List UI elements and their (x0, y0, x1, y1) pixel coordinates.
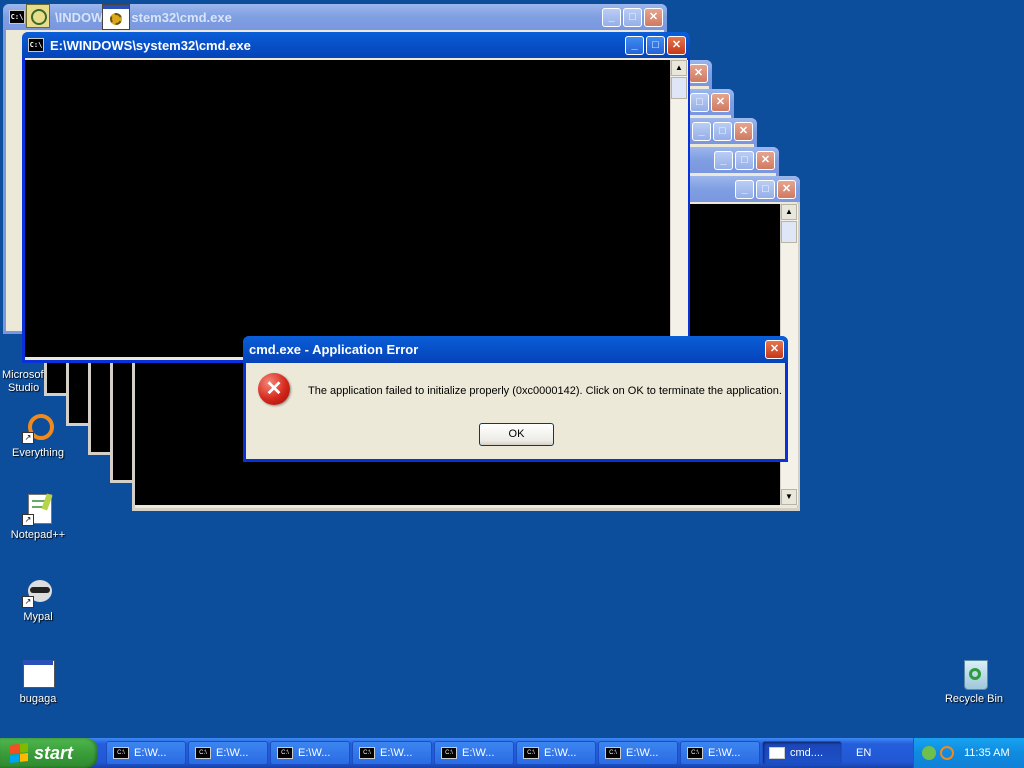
taskbar-button-label: cmd.... (790, 747, 824, 759)
settings-gear-icon[interactable] (102, 4, 130, 30)
desktop-icon-notepadpp[interactable]: ↗ Notepad++ (0, 493, 76, 542)
shortcut-arrow-icon: ↗ (22, 432, 34, 444)
desktop-icon-label: Everything (12, 447, 64, 459)
shortcut-arrow-icon: ↗ (22, 514, 34, 526)
desktop-icon-recycle-bin[interactable]: Recycle Bin (936, 658, 1012, 706)
clock[interactable]: 11:35 AM (964, 747, 1010, 759)
taskbar-button-label: E:\W... (462, 747, 495, 759)
application-error-dialog[interactable]: cmd.exe - Application Error ✕ ✕ The appl… (243, 336, 788, 462)
close-button[interactable]: ✕ (777, 179, 796, 199)
network-icon[interactable] (922, 746, 936, 760)
scroll-thumb[interactable] (781, 221, 797, 243)
maximize-button[interactable]: □ (646, 35, 665, 55)
search-icon[interactable] (940, 746, 954, 760)
taskbar-button-active[interactable]: cmd.... (762, 741, 842, 765)
desktop-icon-mypal[interactable]: ↗ Mypal (0, 576, 76, 624)
notepadpp-icon: ↗ (22, 493, 54, 526)
taskbar-button-label: E:\W... (216, 747, 249, 759)
cmd-icon: C:\ (605, 747, 621, 759)
taskbar-button-label: E:\W... (544, 747, 577, 759)
desktop-icon-label: Recycle Bin (944, 693, 1004, 705)
start-label: start (34, 742, 74, 763)
taskbar-button[interactable]: C:\ E:\W... (516, 741, 596, 765)
maximize-button[interactable]: □ (713, 121, 732, 141)
cmd-icon: C:\ (113, 747, 129, 759)
cmd-icon: C:\ (277, 747, 293, 759)
taskbar-button[interactable]: C:\ E:\W... (680, 741, 760, 765)
window-icon (769, 747, 785, 759)
taskbar: start C:\ E:\W... C:\ E:\W... C:\ E:\W... C… (0, 738, 1024, 768)
desktop-icon-label: Mypal (23, 611, 53, 623)
taskbar-button[interactable]: C:\ E:\W... (434, 741, 514, 765)
maximize-button[interactable]: □ (735, 150, 754, 170)
maximize-button[interactable]: □ (623, 7, 642, 27)
mypal-raccoon-icon: ↗ (22, 576, 54, 608)
window-title: E:\WINDOWS\system32\cmd.exe (50, 37, 251, 53)
cmd-icon: C:\ (687, 747, 703, 759)
minimize-button[interactable]: _ (602, 7, 621, 27)
close-button[interactable]: ✕ (756, 150, 775, 170)
window-titlebar[interactable]: C:\ E:\WINDOWS\system32\cmd.exe _ □ ✕ (22, 32, 690, 58)
desktop-icon-label: bugaga (19, 693, 57, 705)
cmd-window-front[interactable]: C:\ E:\WINDOWS\system32\cmd.exe _ □ ✕ ▲ (22, 32, 690, 363)
shortcut-arrow-icon: ↗ (22, 596, 34, 608)
error-message: The application failed to initialize pro… (308, 385, 782, 397)
close-button[interactable]: ✕ (734, 121, 753, 141)
console-output[interactable] (25, 60, 670, 357)
close-button[interactable]: ✕ (765, 340, 784, 359)
language-indicator[interactable]: EN (856, 738, 871, 768)
cmd-icon: C:\ (441, 747, 457, 759)
minimize-button[interactable]: _ (625, 35, 644, 55)
taskbar-button-label: E:\W... (134, 747, 167, 759)
cmd-icon: C:\ (9, 10, 25, 24)
minimize-button[interactable]: _ (692, 121, 711, 141)
taskbar-button-label: E:\W... (298, 747, 331, 759)
error-icon: ✕ (258, 373, 290, 405)
system-tray: 11:35 AM (913, 738, 1024, 768)
close-button[interactable]: ✕ (667, 35, 686, 55)
minimize-button[interactable]: _ (714, 150, 733, 170)
dialog-titlebar[interactable]: cmd.exe - Application Error ✕ (243, 336, 788, 363)
taskbar-button[interactable]: C:\ E:\W... (352, 741, 432, 765)
desktop-icon-bugaga[interactable]: bugaga (0, 658, 76, 706)
desktop-icon-everything[interactable]: ↗ Everything (0, 412, 76, 460)
ok-button[interactable]: OK (479, 423, 554, 446)
taskbar-button-label: E:\W... (708, 747, 741, 759)
windows-logo-icon (10, 743, 28, 763)
scroll-up-button[interactable]: ▲ (781, 204, 797, 220)
maximize-button[interactable]: □ (690, 92, 709, 112)
scroll-down-button[interactable]: ▼ (781, 489, 797, 505)
taskbar-button-label: E:\W... (380, 747, 413, 759)
minimize-button[interactable]: _ (735, 179, 754, 199)
taskbar-button[interactable]: C:\ E:\W... (106, 741, 186, 765)
scroll-thumb[interactable] (671, 77, 687, 99)
recycle-bin-icon (958, 658, 990, 690)
scheduled-task-icon[interactable] (26, 4, 50, 28)
desktop-icon-label: Notepad++ (10, 529, 66, 541)
scroll-up-button[interactable]: ▲ (671, 60, 687, 76)
close-button[interactable]: ✕ (689, 63, 708, 83)
vertical-scrollbar[interactable]: ▲ (670, 60, 688, 357)
cmd-icon: C:\ (195, 747, 211, 759)
everything-icon: ↗ (22, 412, 54, 444)
cmd-icon: C:\ (28, 38, 44, 52)
window-title-part: stem32\cmd.exe (131, 9, 232, 25)
cmd-icon: C:\ (523, 747, 539, 759)
start-button[interactable]: start (0, 738, 98, 768)
dialog-title: cmd.exe - Application Error (249, 342, 419, 357)
maximize-button[interactable]: □ (756, 179, 775, 199)
taskbar-button[interactable]: C:\ E:\W... (188, 741, 268, 765)
cmd-icon: C:\ (359, 747, 375, 759)
close-button[interactable]: ✕ (711, 92, 730, 112)
taskbar-button-label: E:\W... (626, 747, 659, 759)
application-window-icon (22, 658, 55, 690)
close-button[interactable]: ✕ (644, 7, 663, 27)
window-title-part: \INDOW (55, 9, 104, 25)
taskbar-button[interactable]: C:\ E:\W... (270, 741, 350, 765)
taskbar-button[interactable]: C:\ E:\W... (598, 741, 678, 765)
